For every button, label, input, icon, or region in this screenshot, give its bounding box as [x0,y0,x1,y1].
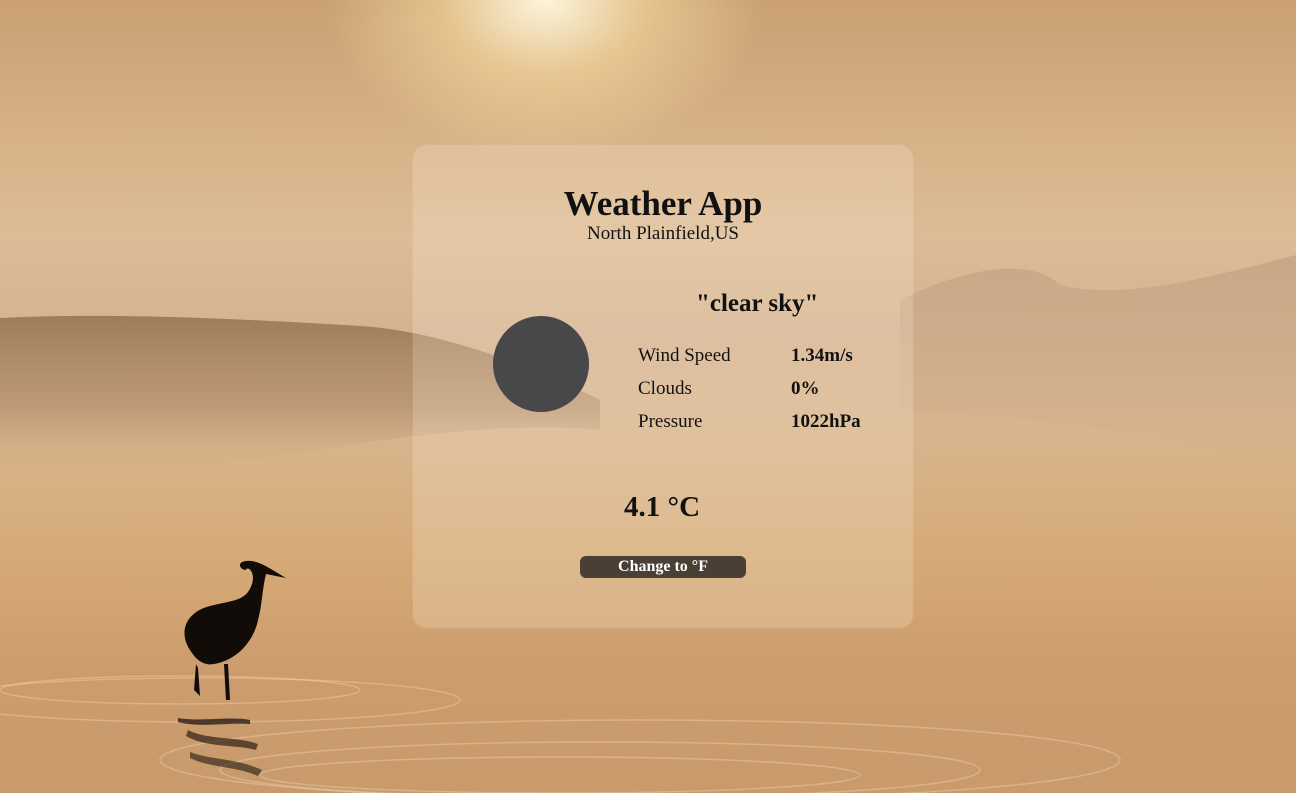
weather-card: Weather App North Plainfield,US "clear s… [413,145,913,628]
weather-condition-icon [493,316,589,412]
stat-value: 1022hPa [791,411,861,432]
temperature-value: 4.1 °C [624,491,701,523]
heron-silhouette [178,560,286,776]
stat-row-wind-speed: Wind Speed 1.34m/s [638,345,861,378]
stat-value: 1.34m/s [791,345,853,366]
location-label: North Plainfield,US [587,223,739,244]
weather-stats: Wind Speed 1.34m/s Clouds 0% Pressure 10… [638,345,861,444]
stat-row-clouds: Clouds 0% [638,378,861,411]
change-unit-button[interactable]: Change to °F [580,556,746,578]
stat-label: Clouds [638,378,692,399]
stat-label: Wind Speed [638,345,731,366]
water-ripples [0,675,1121,793]
stat-row-pressure: Pressure 1022hPa [638,411,861,444]
stat-label: Pressure [638,411,703,432]
stat-value: 0% [791,378,820,399]
weather-description: "clear sky" [696,290,819,317]
shoreline-right [900,255,1296,470]
app-title: Weather App [563,184,763,223]
